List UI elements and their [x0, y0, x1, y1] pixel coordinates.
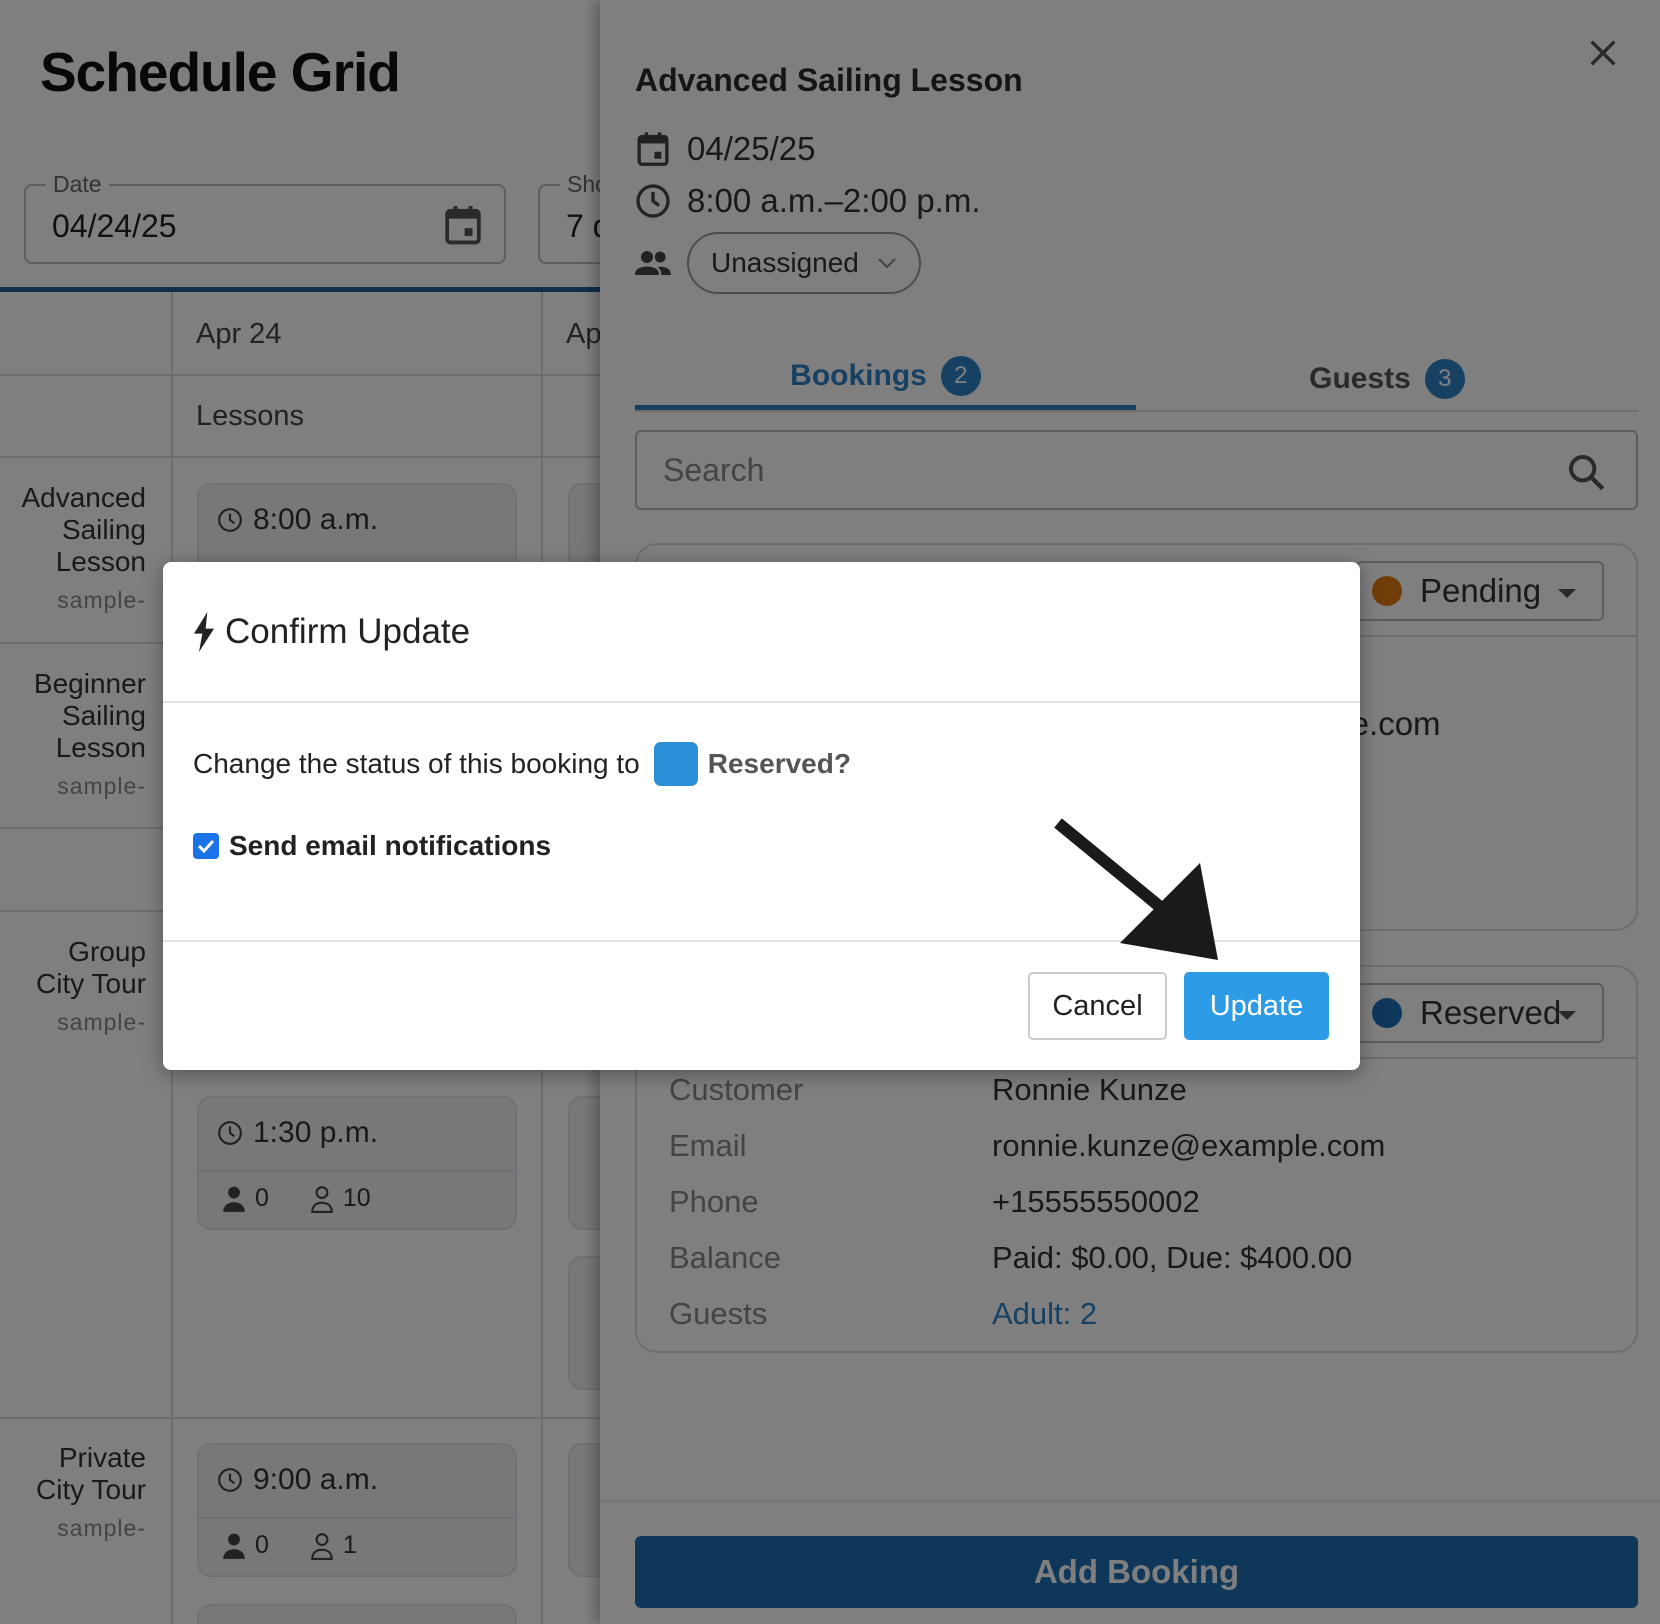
- cancel-button[interactable]: Cancel: [1028, 972, 1167, 1040]
- dialog-title-text: Confirm Update: [225, 612, 471, 651]
- dialog-message-text: Change the status of this booking to: [193, 748, 640, 779]
- status-color-swatch: [653, 742, 698, 786]
- annotation-arrow-icon: [1054, 818, 1218, 960]
- lightning-bolt-icon: [194, 612, 214, 652]
- checkmark-icon: [197, 839, 215, 854]
- email-notifications-label[interactable]: Send email notifications: [229, 830, 551, 862]
- update-button[interactable]: Update: [1184, 972, 1329, 1040]
- email-notification-option: Send email notifications: [193, 830, 551, 862]
- dialog-title: Confirm Update: [191, 612, 470, 652]
- target-status-name: Reserved?: [707, 748, 851, 779]
- dialog-header: Confirm Update: [163, 562, 1360, 703]
- dialog-message: Change the status of this booking to Res…: [193, 742, 851, 786]
- email-notifications-checkbox[interactable]: [193, 833, 219, 859]
